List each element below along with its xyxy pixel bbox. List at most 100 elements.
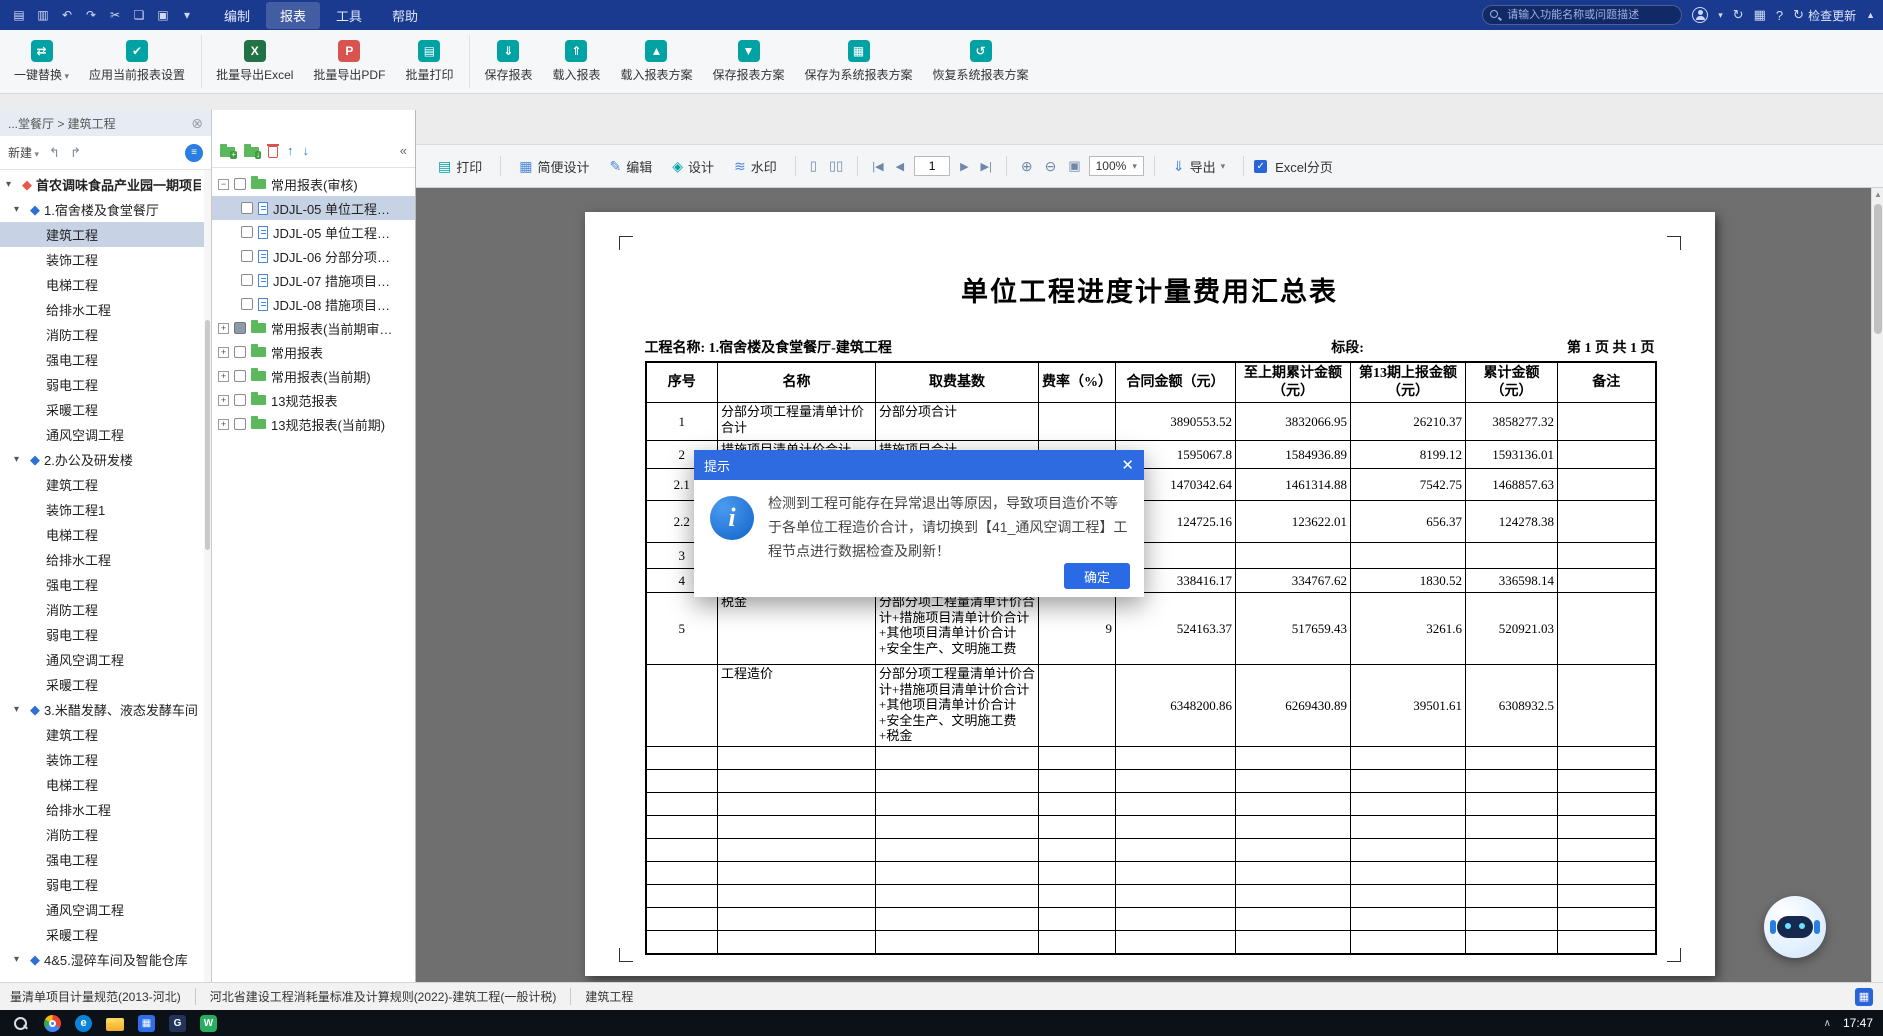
more-dropdown-icon[interactable]: ▾: [176, 4, 198, 26]
ribbon-button[interactable]: ⇑ 载入报表: [542, 35, 610, 88]
report-checkbox[interactable]: [241, 226, 253, 238]
expander-icon[interactable]: [218, 178, 229, 190]
project-tree-item[interactable]: ◆ 强电工程: [0, 847, 211, 872]
print-button[interactable]: ▤ 打印: [430, 153, 490, 180]
assistant-robot[interactable]: [1764, 896, 1826, 958]
status-item[interactable]: 量清单项目计量规范(2013-河北): [10, 988, 181, 1005]
help-icon[interactable]: ?: [1776, 8, 1783, 23]
report-checkbox[interactable]: [234, 178, 246, 190]
project-tree-item[interactable]: ◆ 2.办公及研发楼: [0, 447, 211, 472]
project-tree-item[interactable]: ◆ 电梯工程: [0, 522, 211, 547]
project-tree-item[interactable]: ◆ 装饰工程: [0, 247, 211, 272]
expander-icon[interactable]: [218, 370, 229, 382]
fit-page-icon[interactable]: ▣: [1064, 156, 1084, 176]
close-icon[interactable]: ⊗: [191, 115, 203, 132]
user-icon[interactable]: ≡: [185, 143, 203, 162]
single-page-view-icon[interactable]: ▯: [806, 156, 821, 176]
report-checkbox[interactable]: [234, 394, 246, 406]
project-tree-item[interactable]: ◆ 通风空调工程: [0, 647, 211, 672]
project-tree-item[interactable]: ◆ 采暖工程: [0, 397, 211, 422]
ribbon-button[interactable]: ✔ 应用当前报表设置: [79, 35, 195, 88]
project-tree-item[interactable]: ◆ 装饰工程: [0, 747, 211, 772]
chrome-icon[interactable]: [44, 1014, 61, 1032]
expander-icon[interactable]: [14, 954, 26, 965]
report-checkbox[interactable]: [234, 418, 246, 430]
report-tree-item[interactable]: 常用报表(当前期审…: [212, 316, 415, 340]
tray-expand-icon[interactable]: ∧: [1824, 1018, 1831, 1029]
menu-tab[interactable]: 报表: [266, 1, 321, 29]
ribbon-button[interactable]: ↺ 恢复系统报表方案: [923, 35, 1039, 88]
first-page-icon[interactable]: |◀: [868, 158, 887, 175]
ribbon-button[interactable]: ⇄ 一键替换: [4, 35, 79, 88]
next-node-icon[interactable]: ↱: [70, 145, 81, 161]
status-item[interactable]: 建筑工程: [570, 988, 633, 1005]
project-tree-item[interactable]: ◆ 1.宿舍楼及食堂餐厅: [0, 197, 211, 222]
report-checkbox[interactable]: [234, 346, 246, 358]
project-tree-item[interactable]: ◆ 首农调味食品产业园一期项目: [0, 172, 211, 197]
prev-node-icon[interactable]: ↰: [49, 145, 60, 161]
new-button[interactable]: 新建: [8, 144, 39, 161]
clock[interactable]: 17:47: [1843, 1016, 1873, 1030]
project-tree-item[interactable]: ◆ 消防工程: [0, 822, 211, 847]
edge-icon[interactable]: e: [75, 1014, 92, 1032]
report-tree-item[interactable]: 13规范报表: [212, 388, 415, 412]
ok-button[interactable]: 确定: [1064, 563, 1130, 589]
project-tree-item[interactable]: ◆ 给排水工程: [0, 797, 211, 822]
vertical-scrollbar[interactable]: ▲: [1871, 188, 1883, 982]
collapse-ribbon-icon[interactable]: ▲: [1866, 10, 1875, 20]
project-tree-item[interactable]: ◆ 采暖工程: [0, 922, 211, 947]
zoom-select[interactable]: 100%: [1088, 156, 1144, 176]
simple-design-button[interactable]: ▦ 简便设计: [511, 153, 597, 180]
move-up-icon[interactable]: ↑: [287, 143, 294, 158]
apps-grid-icon[interactable]: ▦: [1754, 7, 1766, 23]
ribbon-button[interactable]: X 批量导出Excel: [201, 35, 303, 88]
ribbon-button[interactable]: ▲ 载入报表方案: [610, 35, 702, 88]
delete-report-icon[interactable]: [267, 143, 279, 158]
add-report-folder-icon[interactable]: +: [220, 144, 237, 159]
sync-icon[interactable]: ↻: [1733, 7, 1744, 23]
close-icon[interactable]: ✕: [1121, 456, 1134, 474]
report-checkbox[interactable]: [241, 202, 253, 214]
report-tree-item[interactable]: 常用报表: [212, 340, 415, 364]
project-tree-item[interactable]: ◆ 消防工程: [0, 597, 211, 622]
report-checkbox[interactable]: [234, 370, 246, 382]
report-checkbox[interactable]: [241, 274, 253, 286]
project-tree-item[interactable]: ◆ 通风空调工程: [0, 897, 211, 922]
report-tree-item[interactable]: 常用报表(审核): [212, 172, 415, 196]
save-icon[interactable]: ▥: [32, 4, 54, 26]
check-update-button[interactable]: ↻ 检查更新: [1793, 7, 1856, 24]
scroll-up-icon[interactable]: ▲: [1872, 190, 1883, 199]
cut-icon[interactable]: ✂: [104, 4, 126, 26]
project-tree-item[interactable]: ◆ 弱电工程: [0, 872, 211, 897]
user-avatar-icon[interactable]: [1692, 7, 1709, 23]
prev-page-icon[interactable]: ◀: [892, 158, 908, 175]
project-tree-item[interactable]: ◆ 通风空调工程: [0, 422, 211, 447]
breadcrumb[interactable]: ...堂餐厅 > 建筑工程 ⊗: [0, 110, 211, 136]
multi-page-view-icon[interactable]: ▯▯: [825, 156, 847, 176]
ribbon-button[interactable]: ⇓ 保存报表: [469, 35, 542, 88]
report-checkbox[interactable]: [241, 298, 253, 310]
zoom-out-icon[interactable]: ⊖: [1041, 156, 1061, 177]
report-checkbox[interactable]: [234, 322, 246, 334]
project-tree-item[interactable]: ◆ 强电工程: [0, 347, 211, 372]
scrollbar-thumb[interactable]: [1874, 204, 1882, 334]
project-tree-item[interactable]: ◆ 3.米醋发酵、液态发酵车间: [0, 697, 211, 722]
move-down-icon[interactable]: ↓: [303, 143, 310, 158]
expander-icon[interactable]: [218, 346, 229, 358]
glodon-icon[interactable]: G: [169, 1014, 186, 1032]
avatar-dropdown-icon[interactable]: ▾: [1718, 10, 1723, 21]
ribbon-button[interactable]: ▼ 保存报表方案: [703, 35, 795, 88]
next-page-icon[interactable]: ▶: [956, 158, 972, 175]
project-tree-item[interactable]: ◆ 弱电工程: [0, 372, 211, 397]
report-tree-item[interactable]: JDJL-06 分部分项…: [212, 244, 415, 268]
wechat-icon[interactable]: W: [200, 1014, 217, 1032]
help-center-icon[interactable]: ▦: [1855, 987, 1873, 1006]
watermark-button[interactable]: ≋ 水印: [726, 153, 785, 180]
project-tree-item[interactable]: ◆ 装饰工程1: [0, 497, 211, 522]
report-checkbox[interactable]: [241, 250, 253, 262]
report-tree-item[interactable]: JDJL-05 单位工程…: [212, 220, 415, 244]
project-tree-item[interactable]: ◆ 给排水工程: [0, 547, 211, 572]
expander-icon[interactable]: [218, 322, 229, 334]
app-menu-icon[interactable]: ▤: [8, 4, 30, 26]
page-number-input[interactable]: [914, 156, 951, 176]
